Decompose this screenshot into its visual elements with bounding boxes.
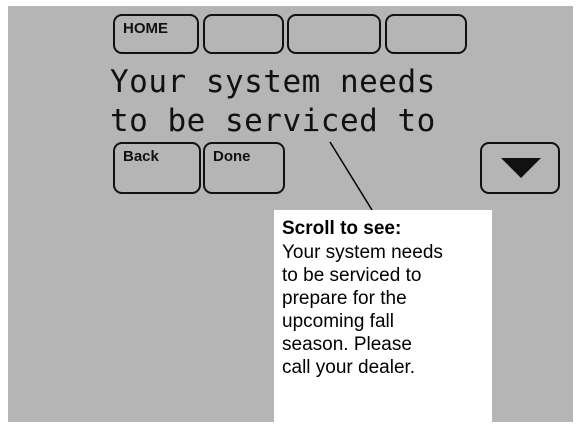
blank-softkey-2[interactable] (287, 14, 381, 54)
scroll-down-button[interactable] (480, 142, 560, 194)
callout-title: Scroll to see: (282, 218, 402, 239)
done-button[interactable]: Done (203, 142, 285, 194)
blank-softkey-1[interactable] (203, 14, 284, 54)
callout-line: upcoming fall (282, 311, 394, 332)
callout-line: prepare for the (282, 288, 407, 309)
callout-line: call your dealer. (282, 357, 416, 378)
callout-box: Scroll to see: Your system needs to be s… (274, 210, 492, 422)
back-button[interactable]: Back (113, 142, 201, 194)
blank-softkey-3[interactable] (385, 14, 467, 54)
callout-line: Your system needs (282, 242, 443, 263)
back-button-label: Back (123, 148, 159, 165)
callout-line: season. Please (282, 334, 412, 355)
callout-line: to be serviced to (282, 265, 422, 286)
home-button-label: HOME (123, 20, 168, 37)
triangle-down-icon (501, 158, 541, 178)
done-button-label: Done (213, 148, 251, 165)
display-message-line-1: Your system needs (110, 64, 436, 100)
display-message-line-2: to be serviced to (110, 103, 436, 139)
home-button[interactable]: HOME (113, 14, 199, 54)
